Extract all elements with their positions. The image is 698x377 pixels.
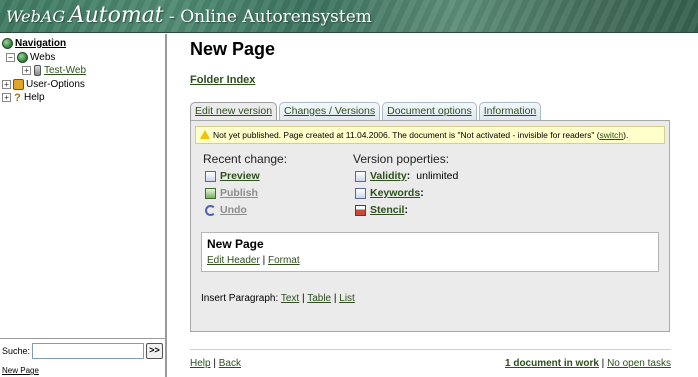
validity-property[interactable]: Validity: unlimited <box>355 170 458 182</box>
footer-divider <box>190 349 671 350</box>
content-block-links: Edit Header | Format <box>207 255 300 266</box>
navigation-panel: Navigation − Webs + Test-Web + User-Opti… <box>0 34 167 377</box>
database-icon <box>34 65 41 77</box>
open-tasks-link[interactable]: No open tasks <box>607 358 671 369</box>
tree-item-user-options[interactable]: + User-Options <box>2 78 86 92</box>
expand-icon[interactable]: + <box>22 66 31 76</box>
tree-item-label[interactable]: Test-Web <box>44 64 86 78</box>
tree-root[interactable]: Navigation <box>2 37 86 51</box>
undo-icon <box>205 204 216 216</box>
insert-table-link[interactable]: Table <box>307 293 331 304</box>
tree-item-label[interactable]: User-Options <box>26 78 85 92</box>
validity-icon <box>355 170 366 182</box>
preview-icon <box>205 170 216 182</box>
notice-text-end: ). <box>623 130 629 140</box>
recent-change-heading: Recent change: <box>203 152 288 166</box>
tree-item-help[interactable]: + ? Help <box>2 91 86 105</box>
back-link[interactable]: Back <box>219 358 241 369</box>
footer-right-links: 1 document in work | No open tasks <box>505 358 671 369</box>
app-header: WebAG Automat - Online Autorensystem <box>0 0 698 33</box>
search-bar: Suche: >> <box>2 343 164 359</box>
undo-action[interactable]: Undo <box>205 204 247 216</box>
keywords-suffix: : <box>420 187 424 199</box>
expand-icon[interactable]: + <box>2 93 11 103</box>
publish-link[interactable]: Publish <box>220 187 258 199</box>
tree-item-webs[interactable]: − Webs <box>2 51 86 65</box>
divider <box>0 338 165 339</box>
version-properties-heading: Version poperties: <box>353 152 450 166</box>
collapse-icon[interactable]: − <box>6 52 15 62</box>
insert-paragraph: Insert Paragraph: Text | Table | List <box>201 293 355 304</box>
switch-link[interactable]: switch <box>600 130 624 140</box>
validity-value: unlimited <box>416 170 459 182</box>
navigation-tree: Navigation − Webs + Test-Web + User-Opti… <box>2 37 86 105</box>
publish-icon <box>205 187 216 199</box>
tab-information[interactable]: Information <box>478 102 542 120</box>
tree-root-label[interactable]: Navigation <box>15 37 66 51</box>
search-submit-button[interactable]: >> <box>146 343 164 359</box>
link-separator: | <box>299 293 308 304</box>
search-input[interactable] <box>32 343 145 359</box>
content-block-title: New Page <box>207 237 264 251</box>
app-subtitle: - Online Autorensystem <box>163 7 372 27</box>
status-notice: Not yet published. Page created at 11.04… <box>195 126 665 144</box>
stencil-suffix: : <box>404 204 408 216</box>
insert-list-link[interactable]: List <box>339 293 355 304</box>
tab-changes-versions[interactable]: Changes / Versions <box>279 102 381 120</box>
edit-header-link[interactable]: Edit Header <box>207 255 260 266</box>
brand-big: Automat <box>68 3 164 28</box>
link-separator: | <box>598 358 608 369</box>
tree-item-test-web[interactable]: + Test-Web <box>2 64 86 78</box>
tab-bar: Edit new version Changes / Versions Docu… <box>190 102 543 121</box>
tab-edit-new-version[interactable]: Edit new version <box>190 102 278 121</box>
content-block: New Page Edit Header | Format <box>201 232 659 272</box>
expand-icon[interactable]: + <box>2 79 11 89</box>
globe-icon <box>17 51 28 63</box>
help-icon: ? <box>14 92 21 105</box>
undo-link[interactable]: Undo <box>220 204 247 216</box>
format-link[interactable]: Format <box>268 255 300 266</box>
tab-document-options[interactable]: Document options <box>382 102 477 120</box>
stencil-icon <box>355 204 366 216</box>
validity-link[interactable]: Validity <box>370 170 407 182</box>
preview-action[interactable]: Preview <box>205 170 260 182</box>
tree-item-label[interactable]: Webs <box>30 51 55 65</box>
validity-suffix: : <box>406 170 411 182</box>
stencil-property[interactable]: Stencil: <box>355 204 408 216</box>
help-link[interactable]: Help <box>190 358 211 369</box>
footer-left-links: Help | Back <box>190 358 241 369</box>
edit-panel: Not yet published. Page created at 11.04… <box>190 120 670 332</box>
publish-action[interactable]: Publish <box>205 187 258 199</box>
navigation-icon <box>2 38 13 50</box>
brand-small: WebAG <box>6 7 66 26</box>
preview-link[interactable]: Preview <box>220 170 260 182</box>
warning-icon <box>200 130 210 139</box>
lock-icon <box>13 78 24 90</box>
page-title: New Page <box>190 39 276 59</box>
documents-in-work-link[interactable]: 1 document in work <box>505 358 599 369</box>
keywords-property[interactable]: Keywords: <box>355 187 424 199</box>
current-page-link[interactable]: New Page <box>2 366 39 375</box>
search-label: Suche: <box>2 346 31 356</box>
insert-text-link[interactable]: Text <box>281 293 299 304</box>
folder-index-link[interactable]: Folder Index <box>190 74 255 86</box>
notice-text: Not yet published. Page created at 11.04… <box>213 130 600 140</box>
tree-item-label[interactable]: Help <box>24 91 45 105</box>
stencil-link[interactable]: Stencil <box>370 204 404 216</box>
link-separator: | <box>259 255 268 266</box>
link-separator: | <box>210 358 219 369</box>
keywords-icon <box>355 187 366 199</box>
insert-paragraph-label: Insert Paragraph: <box>201 293 281 304</box>
keywords-link[interactable]: Keywords <box>370 187 420 199</box>
app-title: WebAG Automat - Online Autorensystem <box>6 3 372 28</box>
main-content: New Page Folder Index Edit new version C… <box>190 34 698 377</box>
